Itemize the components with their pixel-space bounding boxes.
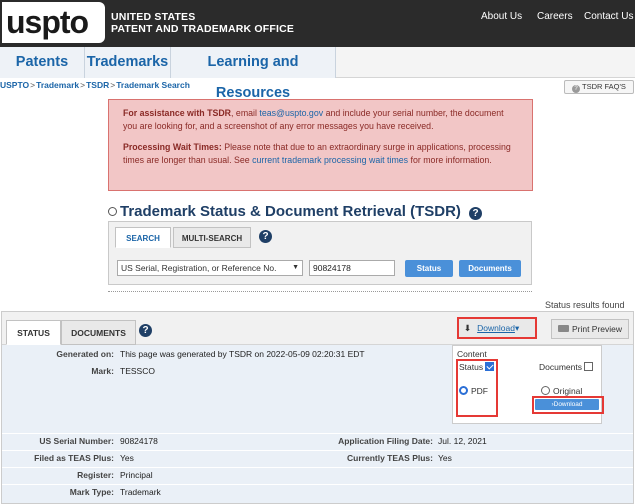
search-type-select[interactable]: US Serial, Registration, or Reference No… [117, 260, 303, 276]
tab-search[interactable]: SEARCH [115, 227, 171, 248]
notice-paragraph-wait-times: Processing Wait Times: Please note that … [123, 141, 518, 167]
radio-unselected-icon [541, 386, 550, 395]
register-value: Principal [120, 470, 153, 480]
tab-multi-search[interactable]: MULTI-SEARCH [173, 227, 251, 248]
application-filing-date-value: Jul. 12, 2021 [438, 436, 487, 446]
status-checkbox[interactable]: Status [459, 362, 495, 372]
page-title: Trademark Status & Document Retrieval (T… [108, 203, 483, 220]
notice-text: for more information. [408, 155, 492, 165]
chevron-down-icon: ▼ [292, 264, 299, 271]
panel-help-icon[interactable]: ? [139, 324, 152, 337]
tab-status[interactable]: STATUS [6, 320, 61, 345]
serial-number-input[interactable]: 90824178 [309, 260, 395, 276]
help-icon[interactable]: ? [469, 207, 483, 220]
row-divider [2, 450, 633, 451]
panel-tab-bar: STATUS DOCUMENTS ? ⬇ Download▾ Print Prev… [2, 312, 633, 345]
row-divider [2, 433, 633, 434]
nav-tab-trademarks[interactable]: Trademarks [85, 47, 171, 78]
pdf-radio[interactable]: PDF [459, 386, 488, 396]
mark-type-label: Mark Type: [69, 487, 114, 497]
search-box: SEARCH MULTI-SEARCH ? US Serial, Registr… [108, 221, 532, 285]
contact-us-link[interactable]: Contact Us [584, 11, 633, 22]
radio-selected-icon [459, 386, 468, 395]
notice-wait-heading: Processing Wait Times: [123, 142, 222, 152]
printer-icon [557, 325, 569, 332]
currently-teas-plus-label: Currently TEAS Plus: [347, 453, 433, 463]
status-button[interactable]: Status [405, 260, 453, 277]
tsdr-faq-button[interactable]: ? TSDR FAQ'S [564, 80, 634, 94]
breadcrumb-tsdr[interactable]: TSDR [86, 80, 109, 90]
notice-text: , email [231, 108, 260, 118]
notice-assistance-heading: For assistance with TSDR [123, 108, 232, 118]
careers-link[interactable]: Careers [537, 11, 573, 22]
status-checkbox-label: Status [459, 362, 484, 372]
filed-as-teas-plus-value: Yes [120, 453, 134, 463]
wait-times-link[interactable]: current trademark processing wait times [252, 155, 408, 165]
teas-email-link[interactable]: teas@uspto.gov [259, 108, 323, 118]
application-filing-date-label: Application Filing Date: [338, 436, 433, 446]
agency-name: UNITED STATES PATENT AND TRADEMARK OFFIC… [111, 11, 294, 35]
mark-label: Mark: [91, 366, 114, 376]
breadcrumb-trademark-search: Trademark Search [116, 80, 190, 90]
search-icon [108, 207, 117, 216]
tsdr-faq-label: TSDR FAQ'S [582, 82, 626, 91]
register-label: Register: [77, 470, 114, 480]
breadcrumb: USPTO>Trademark>TSDR>Trademark Search [0, 80, 190, 90]
us-serial-number-value: 90824178 [120, 436, 158, 446]
download-icon: ⬇ [464, 323, 472, 333]
status-panel: STATUS DOCUMENTS ? ⬇ Download▾ Print Prev… [1, 311, 634, 504]
nav-tab-patents[interactable]: Patents [0, 47, 85, 78]
print-preview-label: Print Preview [571, 324, 623, 334]
download-submit-button[interactable]: ›Download [535, 399, 599, 410]
nav-tab-learning-resources[interactable]: Learning and Resources [171, 47, 336, 101]
notice-paragraph-assistance: For assistance with TSDR, email teas@usp… [123, 107, 518, 133]
row-divider [2, 467, 633, 468]
filed-as-teas-plus-label: Filed as TEAS Plus: [34, 453, 114, 463]
results-status-text: Status results found [545, 300, 625, 310]
assistance-notice: For assistance with TSDR, email teas@usp… [108, 99, 533, 191]
search-type-value: US Serial, Registration, or Reference No… [121, 263, 277, 273]
original-radio-label: Original [553, 386, 583, 396]
about-us-link[interactable]: About Us [481, 11, 522, 22]
uspto-logo[interactable]: uspto [2, 2, 105, 43]
dropdown-content-title: Content [457, 349, 487, 359]
tab-documents[interactable]: DOCUMENTS [61, 320, 136, 345]
documents-checkbox-label: Documents [539, 362, 582, 372]
original-radio[interactable]: Original [541, 386, 582, 396]
breadcrumb-trademark[interactable]: Trademark [36, 80, 79, 90]
pdf-radio-label: PDF [471, 386, 488, 396]
agency-name-line1: UNITED STATES [111, 11, 196, 23]
print-preview-button[interactable]: Print Preview [551, 319, 629, 339]
generated-on-value: This page was generated by TSDR on 2022-… [120, 349, 365, 359]
site-header: uspto UNITED STATES PATENT AND TRADEMARK… [0, 0, 635, 47]
download-dropdown: Content Status Documents PDF Original ›D… [452, 345, 604, 424]
checkbox-unchecked-icon [584, 362, 593, 371]
download-submit-label: Download [553, 401, 583, 408]
currently-teas-plus-value: Yes [438, 453, 452, 463]
mark-value: TESSCO [120, 366, 155, 376]
us-serial-number-label: US Serial Number: [39, 436, 114, 446]
mark-type-value: Trademark [120, 487, 161, 497]
checkbox-checked-icon [485, 362, 495, 371]
row-divider [2, 484, 633, 485]
agency-name-line2: PATENT AND TRADEMARK OFFICE [111, 23, 295, 35]
documents-button[interactable]: Documents [459, 260, 521, 277]
download-menu-button[interactable]: ⬇ Download▾ [457, 317, 537, 339]
generated-on-label: Generated on: [56, 349, 114, 359]
main-nav: Patents Trademarks Learning and Resource… [0, 47, 635, 101]
divider [108, 291, 532, 292]
search-help-icon[interactable]: ? [259, 230, 272, 243]
page-title-text: Trademark Status & Document Retrieval (T… [120, 203, 461, 220]
breadcrumb-uspto[interactable]: USPTO [0, 80, 29, 90]
download-label: Download [477, 323, 515, 333]
documents-checkbox[interactable]: Documents [539, 362, 593, 372]
question-icon: ? [572, 85, 581, 93]
caret-down-icon: ▾ [514, 323, 520, 333]
